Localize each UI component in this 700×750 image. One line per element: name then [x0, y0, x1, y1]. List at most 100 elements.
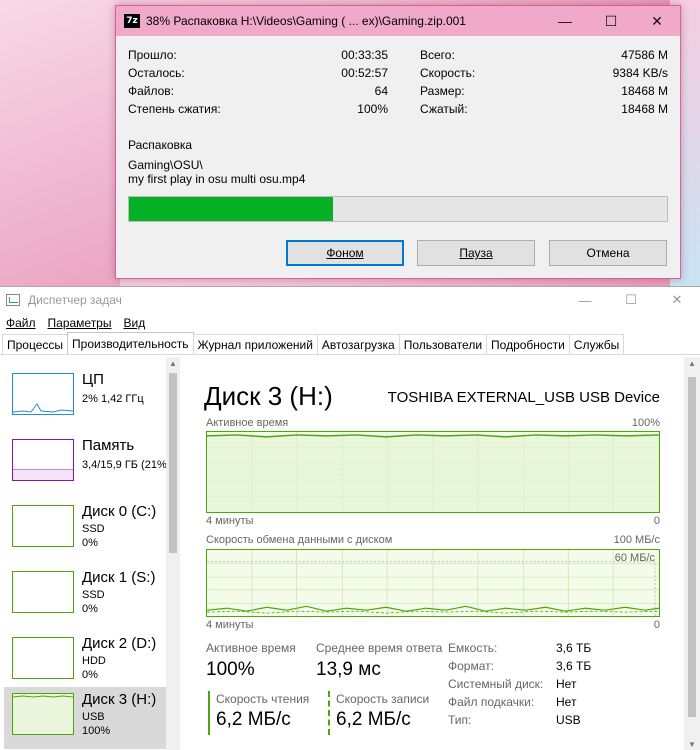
read-speed-value: 6,2 МБ/с — [216, 709, 291, 730]
disk1-thumbnail-graph — [12, 571, 74, 613]
current-file: my first play in osu multi osu.mp4 — [128, 172, 306, 186]
extract-dialog: 7z 38% Распаковка H:\Videos\Gaming ( ...… — [115, 5, 681, 279]
stat-value: 100% — [357, 102, 388, 116]
scroll-down-icon[interactable]: ▼ — [688, 740, 696, 749]
extract-stats: Прошло: 00:33:35 Всего: 47586 M Осталось… — [128, 46, 668, 118]
cancel-button-label: Отмена — [586, 246, 630, 260]
active-time-graph — [206, 431, 660, 513]
resource-usage: 0% — [82, 669, 98, 681]
operation-label: Распаковка — [128, 138, 193, 152]
prop-label: Файл подкачки: — [448, 695, 535, 709]
maximize-button[interactable]: ☐ — [588, 6, 634, 36]
active-time-label: Активное время — [206, 641, 296, 655]
minimize-button[interactable]: — — [562, 287, 608, 313]
resource-name: Диск 0 (C:) — [82, 503, 157, 520]
tab-startup[interactable]: Автозагрузка — [316, 334, 400, 354]
dialog-titlebar[interactable]: 7z 38% Распаковка H:\Videos\Gaming ( ...… — [116, 6, 680, 36]
graph-time-span: 4 минуты — [206, 619, 254, 631]
disk-device-name: TOSHIBA EXTERNAL_USB USB Device — [387, 389, 660, 406]
resource-item-disk1[interactable]: Диск 1 (S:) SSD 0% — [4, 565, 166, 627]
maximize-button[interactable]: ☐ — [608, 287, 654, 313]
scroll-thumb[interactable] — [688, 377, 696, 717]
resource-usage: 0% — [82, 603, 98, 615]
resource-item-cpu[interactable]: ЦП 2% 1,42 ГГц — [4, 367, 166, 429]
disk2-thumbnail-graph — [12, 637, 74, 679]
tab-performance[interactable]: Производительность — [67, 332, 194, 354]
minimize-button[interactable]: — — [542, 6, 588, 36]
active-time-value: 100% — [206, 659, 255, 680]
tab-app-history[interactable]: Журнал приложений — [192, 334, 318, 354]
resource-name: ЦП — [82, 371, 104, 388]
pause-button[interactable]: Пауза — [417, 240, 535, 266]
transfer-rate-graph-label: Скорость обмена данными с диском — [206, 534, 393, 546]
resource-item-disk2[interactable]: Диск 2 (D:) HDD 0% — [4, 631, 166, 693]
active-time-graph-max: 100% — [631, 417, 660, 429]
menu-view-label: Вид — [123, 316, 146, 330]
prop-value: Нет — [556, 677, 577, 691]
disk0-thumbnail-graph — [12, 505, 74, 547]
stat-label: Размер: — [420, 84, 465, 98]
menu-file[interactable]: Файл — [6, 316, 36, 330]
response-time-value: 13,9 мс — [316, 659, 381, 680]
resource-usage: 0% — [82, 537, 98, 549]
stat-value: 00:33:35 — [341, 48, 388, 62]
prop-label: Системный диск: — [448, 677, 544, 691]
resource-list-scrollbar[interactable]: ▲ — [166, 357, 180, 750]
resource-detail: SSD — [82, 523, 105, 535]
current-folder: Gaming\OSU\ — [128, 158, 203, 172]
scroll-up-icon[interactable]: ▲ — [169, 359, 177, 368]
disk-detail-panel: Диск 3 (H:) TOSHIBA EXTERNAL_USB USB Dev… — [190, 357, 680, 750]
resource-detail: SSD — [82, 589, 105, 601]
transfer-rate-inner-scale: 60 МБ/с — [614, 552, 655, 564]
prop-label: Формат: — [448, 659, 494, 673]
scroll-up-icon[interactable]: ▲ — [688, 359, 696, 368]
disk-properties: Емкость: 3,6 ТБ Формат: 3,6 ТБ Системный д… — [448, 641, 638, 731]
tab-processes[interactable]: Процессы — [2, 334, 69, 354]
menu-view[interactable]: Вид — [123, 316, 145, 330]
scroll-thumb[interactable] — [169, 373, 177, 553]
resource-usage: 100% — [82, 725, 111, 737]
stat-label: Файлов: — [128, 84, 175, 98]
prop-value: Нет — [556, 695, 577, 709]
disk-title: Диск 3 (H:) — [204, 381, 333, 411]
stat-value: 18468 M — [621, 102, 668, 116]
stat-value: 00:52:57 — [341, 66, 388, 80]
stat-label: Сжатый: — [420, 102, 468, 116]
resource-name: Диск 1 (S:) — [82, 569, 156, 586]
resource-detail: HDD — [82, 655, 106, 667]
tm-titlebar[interactable]: Диспетчер задач — ☐ ✕ — [0, 287, 700, 313]
stat-label: Осталось: — [128, 66, 185, 80]
stat-value: 18468 M — [621, 84, 668, 98]
menu-bar: Файл Параметры Вид — [0, 313, 700, 333]
tab-users[interactable]: Пользователи — [398, 334, 488, 354]
stat-value: 9384 KB/s — [612, 66, 668, 80]
resource-item-disk3[interactable]: Диск 3 (H:) USB 100% — [4, 687, 166, 749]
stat-label: Прошло: — [128, 48, 177, 62]
wallpaper-shape — [0, 0, 120, 290]
menu-file-label: Файл — [6, 316, 36, 330]
dialog-title: 38% Распаковка H:\Videos\Gaming ( ... ex… — [146, 14, 466, 28]
resource-item-memory[interactable]: Память 3,4/15,9 ГБ (21%) — [4, 433, 170, 495]
stat-label: Степень сжатия: — [128, 102, 221, 116]
resource-detail: USB — [82, 711, 105, 723]
prop-label: Тип: — [448, 713, 472, 727]
resource-detail: 2% 1,42 ГГц — [82, 393, 144, 405]
cancel-button[interactable]: Отмена — [549, 240, 667, 266]
tab-services[interactable]: Службы — [568, 334, 625, 354]
close-button[interactable]: ✕ — [654, 287, 700, 313]
disk3-thumbnail-graph — [12, 693, 74, 735]
resource-list: ЦП 2% 1,42 ГГц Память 3,4/15,9 ГБ (21%) … — [0, 357, 180, 750]
write-speed-value: 6,2 МБ/с — [336, 709, 411, 730]
close-button[interactable]: ✕ — [634, 6, 680, 36]
resource-name: Диск 2 (D:) — [82, 635, 157, 652]
memory-thumbnail-graph — [12, 439, 74, 481]
tab-details[interactable]: Подробности — [486, 334, 570, 354]
menu-options[interactable]: Параметры — [48, 316, 112, 330]
main-scrollbar[interactable]: ▲ ▼ — [684, 357, 700, 750]
tab-strip: Процессы Производительность Журнал прило… — [0, 332, 700, 355]
resource-item-disk0[interactable]: Диск 0 (C:) SSD 0% — [4, 499, 166, 561]
background-button[interactable]: Фоном — [286, 240, 404, 266]
menu-options-label: Параметры — [47, 316, 112, 330]
prop-value: 3,6 ТБ — [556, 659, 592, 673]
stat-label: Всего: — [420, 48, 455, 62]
